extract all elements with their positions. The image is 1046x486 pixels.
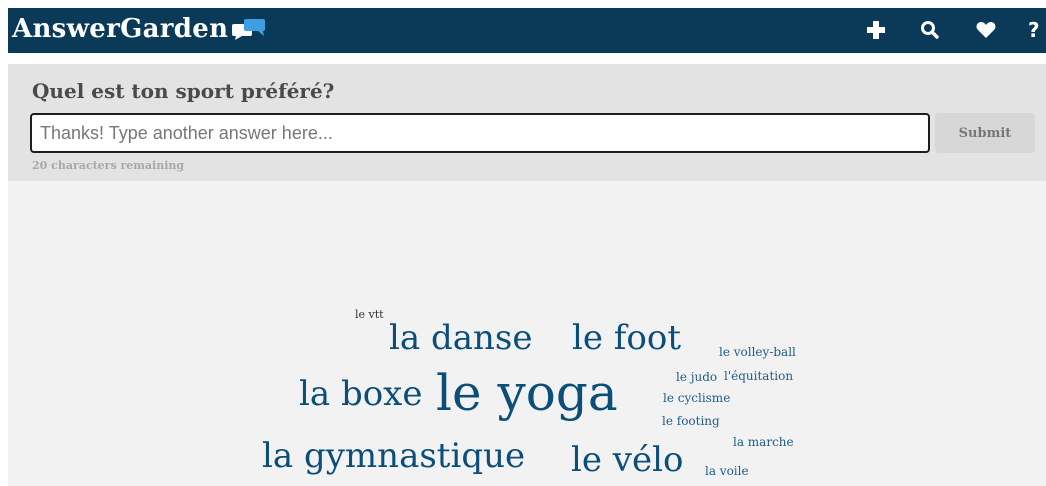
cloud-word[interactable]: la danse <box>389 321 532 355</box>
heart-icon[interactable] <box>974 18 998 42</box>
cloud-word[interactable]: la gymnastique <box>262 439 525 473</box>
answer-input[interactable] <box>30 113 930 153</box>
answer-cloud: le vtt la danse le foot le volley-ball l… <box>8 181 1046 486</box>
cloud-word[interactable]: le yoga <box>436 368 618 418</box>
cloud-word[interactable]: la boxe <box>299 377 422 411</box>
cloud-word[interactable]: le cyclisme <box>663 392 730 404</box>
cloud-word[interactable]: le judo <box>676 371 717 383</box>
question-title: Quel est ton sport préféré? <box>32 79 335 103</box>
cloud-word[interactable]: le vélo <box>571 443 683 477</box>
cloud-word[interactable]: l'équitation <box>724 370 793 382</box>
question-panel: Quel est ton sport préféré? Submit 20 ch… <box>8 64 1046 181</box>
submit-button[interactable]: Submit <box>935 113 1035 153</box>
plus-icon[interactable] <box>864 18 888 42</box>
app-logo-text[interactable]: AnswerGarden <box>12 14 228 44</box>
cloud-word[interactable]: la marche <box>733 436 794 448</box>
characters-remaining: 20 characters remaining <box>32 159 185 172</box>
cloud-word[interactable]: le volley-ball <box>719 346 796 358</box>
search-icon[interactable] <box>918 18 942 42</box>
help-glyph: ? <box>1028 18 1040 42</box>
cloud-word[interactable]: le footing <box>662 415 720 427</box>
speech-bubbles-icon <box>232 18 266 44</box>
cloud-word[interactable]: le vtt <box>355 309 384 320</box>
top-navigation-bar: AnswerGarden ? <box>8 8 1046 53</box>
cloud-word[interactable]: la voile <box>705 465 749 477</box>
cloud-word[interactable]: le foot <box>572 321 681 355</box>
help-icon[interactable]: ? <box>1028 18 1046 42</box>
